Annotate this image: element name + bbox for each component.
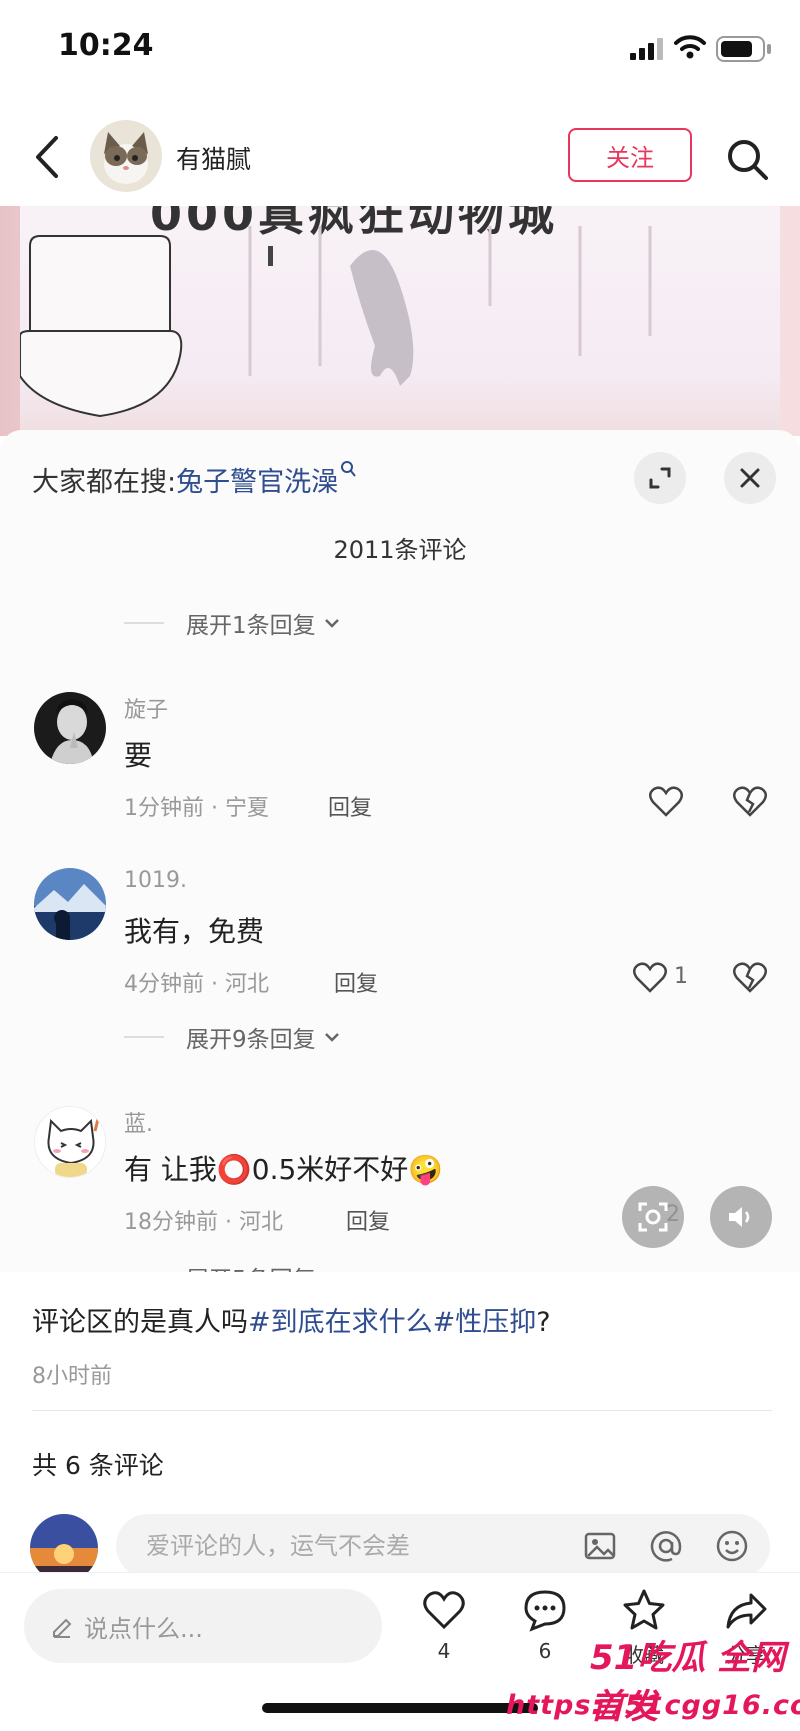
heart-icon xyxy=(423,1591,465,1630)
person-avatar-image xyxy=(34,692,106,764)
reply-button[interactable]: 回复 xyxy=(334,966,378,998)
comment-meta: 18分钟前 · 河北 xyxy=(124,1210,283,1235)
video-preview[interactable]: 000真疯狂动物城 xyxy=(0,206,800,436)
say-something-input[interactable]: 说点什么... xyxy=(24,1589,382,1663)
status-bar: 10:24 xyxy=(0,0,800,100)
broken-heart-icon[interactable] xyxy=(732,960,768,996)
hot-search[interactable]: 大家都在搜:兔子警官洗澡 xyxy=(32,460,356,499)
search-small-icon xyxy=(341,461,356,477)
commenter-avatar[interactable] xyxy=(34,868,106,940)
back-icon[interactable] xyxy=(30,132,66,182)
cat-avatar-image xyxy=(90,120,162,192)
divider xyxy=(32,1410,772,1411)
chevron-down-icon xyxy=(324,1033,339,1042)
close-button[interactable] xyxy=(724,452,776,504)
follow-button[interactable]: 关注 xyxy=(568,128,692,182)
mention-icon[interactable] xyxy=(648,1528,684,1564)
video-frame: 000真疯狂动物城 xyxy=(20,206,780,436)
chevron-down-icon xyxy=(324,619,339,628)
expand-replies-button[interactable]: 展开9条回复 xyxy=(124,1020,340,1054)
heart-icon[interactable] xyxy=(632,960,668,996)
close-icon xyxy=(740,468,760,488)
clock: 10:24 xyxy=(58,28,154,63)
hashtag[interactable]: #到底在求什么 xyxy=(248,1307,433,1338)
like-action[interactable]: 4 xyxy=(409,1587,479,1663)
like-count: 1 xyxy=(674,964,688,989)
comment-text: 我有，免费 xyxy=(124,915,265,948)
battery-icon xyxy=(716,36,771,62)
scan-icon xyxy=(638,1202,668,1232)
comment-meta: 1分钟前 · 宁夏 xyxy=(124,796,269,821)
caption-end: ? xyxy=(536,1307,551,1338)
comment-meta: 4分钟前 · 河北 xyxy=(124,972,269,997)
expand-replies-button[interactable]: 展开5条回复 xyxy=(124,1260,340,1272)
comment-action[interactable]: 6 xyxy=(510,1587,580,1663)
commenter-avatar[interactable] xyxy=(34,1106,106,1178)
speaker-icon xyxy=(729,1207,750,1227)
expand-replies-label: 展开1条回复 xyxy=(186,613,316,639)
expand-icon xyxy=(649,467,671,489)
divider-line xyxy=(124,622,164,624)
volume-button[interactable] xyxy=(710,1186,772,1248)
total-comments: 共 6 条评论 xyxy=(32,1451,164,1480)
expand-replies-button[interactable]: 展开1条回复 xyxy=(124,606,340,640)
author-avatar[interactable] xyxy=(90,120,162,192)
home-indicator[interactable] xyxy=(262,1703,538,1713)
comment-bubble-icon xyxy=(524,1590,566,1632)
mountain-avatar-image xyxy=(34,868,106,940)
like-count: 4 xyxy=(437,1639,451,1663)
wifi-icon xyxy=(674,35,706,59)
pencil-icon xyxy=(53,1618,72,1638)
expand-replies-label: 展开9条回复 xyxy=(186,1027,316,1053)
cartoon-cat-avatar-image xyxy=(35,1107,105,1177)
divider-line xyxy=(124,1036,164,1038)
comment-text: 有 让我⭕0.5米好不好🤪 xyxy=(124,1153,444,1186)
image-icon[interactable] xyxy=(582,1528,618,1564)
comment-input-row xyxy=(0,1510,800,1582)
chevron-down-icon xyxy=(324,1271,340,1272)
star-icon xyxy=(623,1589,665,1630)
reply-button[interactable]: 回复 xyxy=(346,1204,390,1236)
reply-button[interactable]: 回复 xyxy=(328,790,372,822)
header: 有猫腻 关注 xyxy=(0,110,800,210)
hot-search-prefix: 大家都在搜: xyxy=(32,467,177,498)
emoji-icon[interactable] xyxy=(714,1528,750,1564)
commenter-avatar[interactable] xyxy=(34,692,106,764)
caption-text: 评论区的是真人吗 xyxy=(32,1307,248,1338)
commenter-name[interactable]: 旋子 xyxy=(124,692,168,724)
hot-search-keyword[interactable]: 兔子警官洗澡 xyxy=(176,467,338,498)
hashtag[interactable]: #性压抑 xyxy=(433,1307,537,1338)
heart-icon[interactable] xyxy=(648,784,684,820)
commenter-name[interactable]: 蓝. xyxy=(124,1106,153,1138)
search-icon[interactable] xyxy=(724,136,770,182)
screenshot-button[interactable] xyxy=(622,1186,684,1248)
comment-text: 要 xyxy=(124,739,153,772)
comment-sheet: 大家都在搜:兔子警官洗澡 2011条评论 展开1条回复 旋子 要 1分钟前 · … xyxy=(0,430,800,1272)
share-icon xyxy=(726,1593,767,1629)
say-placeholder: 说点什么... xyxy=(84,1614,203,1643)
video-scene-image xyxy=(20,226,652,418)
broken-heart-icon[interactable] xyxy=(732,784,768,820)
watermark-url: https://51cgg16.com xyxy=(506,1690,800,1721)
post-caption: 评论区的是真人吗#到底在求什么#性压抑? xyxy=(32,1300,551,1339)
author-name[interactable]: 有猫腻 xyxy=(176,140,251,176)
post-time: 8小时前 xyxy=(32,1364,112,1389)
commenter-name[interactable]: 1019. xyxy=(124,868,187,893)
fullscreen-button[interactable] xyxy=(634,452,686,504)
comment-count: 6 xyxy=(538,1639,552,1663)
expand-replies-label: 展开5条回复 xyxy=(186,1260,316,1272)
comment-count: 2011条评论 xyxy=(333,536,467,564)
cellular-signal-icon xyxy=(630,38,663,60)
